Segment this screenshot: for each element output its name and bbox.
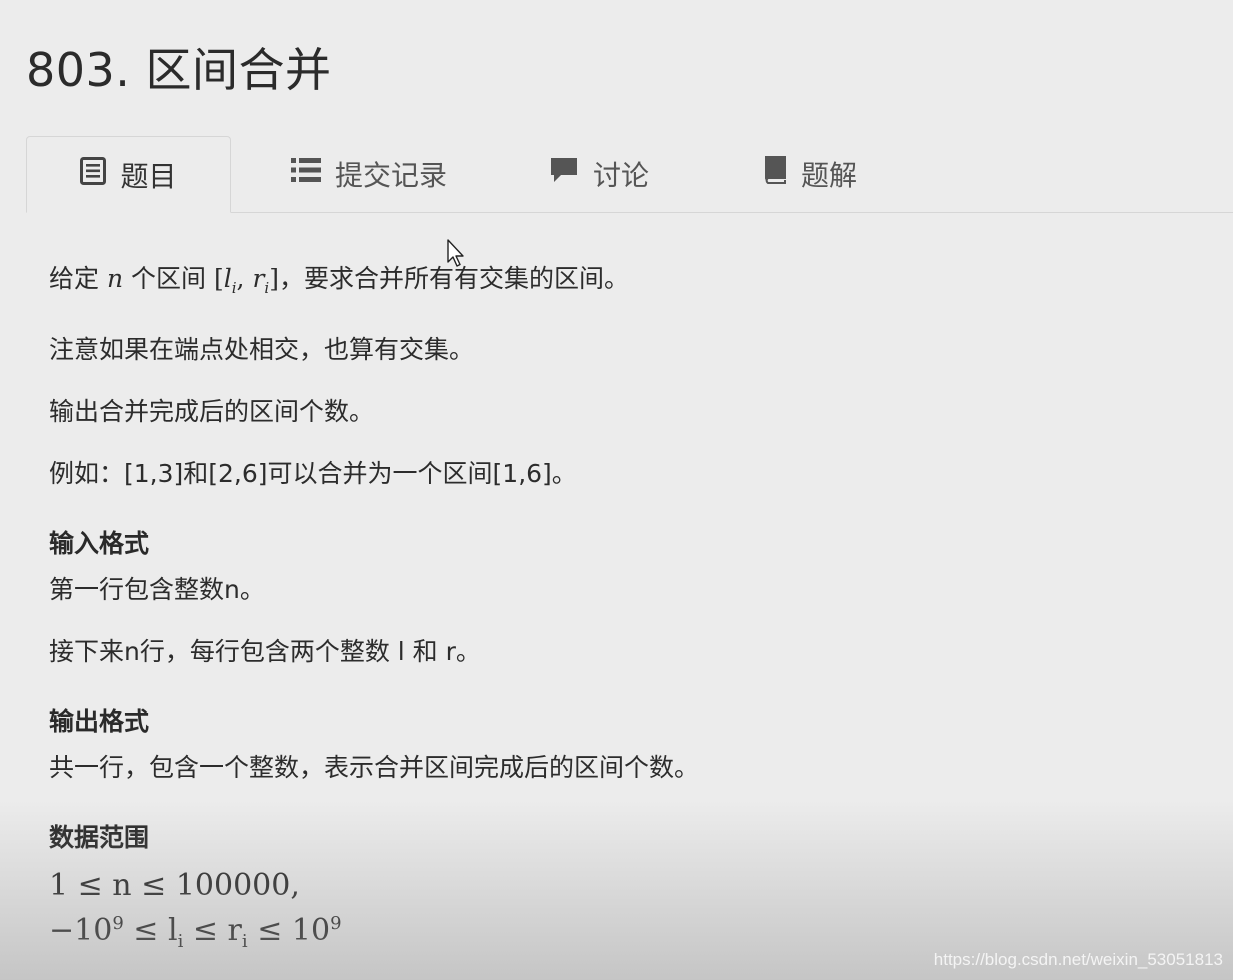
page-title: 803. 区间合并 [26, 43, 332, 97]
description-line-4: 例如：[1,3]和[2,6]可以合并为一个区间[1,6]。 [49, 459, 577, 488]
tab-submissions[interactable]: 提交记录 [274, 136, 464, 211]
tab-bar: 题目 提交记录 讨论 题解 [26, 136, 1233, 213]
input-format-line-2: 接下来n行，每行包含两个整数 l 和 r。 [49, 637, 481, 666]
input-format-line-1: 第一行包含整数n。 [49, 575, 265, 604]
comment-icon [549, 156, 579, 191]
description-line-3: 输出合并完成后的区间个数。 [49, 397, 375, 426]
tab-label: 提交记录 [334, 158, 447, 192]
tab-label: 题解 [800, 158, 857, 192]
list-icon [290, 157, 321, 190]
output-format-line-1: 共一行，包含一个整数，表示合并区间完成后的区间个数。 [49, 753, 700, 782]
tab-discussion[interactable]: 讨论 [534, 136, 664, 211]
list-doc-icon [80, 157, 107, 192]
input-format-title: 输入格式 [49, 529, 150, 558]
data-range-line-1: 1 ≤ n ≤ 100000, [49, 868, 300, 903]
problem-content: 给定 n 个区间 [li, ri]，要求合并所有有交集的区间。 注意如果在端点处… [49, 262, 1149, 961]
data-range-title: 数据范围 [49, 823, 150, 852]
output-format-title: 输出格式 [49, 707, 150, 736]
mouse-cursor-icon [447, 239, 465, 271]
description-line-1: 给定 n 个区间 [li, ri]，要求合并所有有交集的区间。 [49, 264, 629, 297]
watermark: https://blog.csdn.net/weixin_53051813 [933, 950, 1223, 969]
book-icon [761, 156, 787, 191]
tab-problem[interactable]: 题目 [26, 136, 231, 213]
tab-solutions[interactable]: 题解 [744, 136, 874, 211]
tab-label: 讨论 [592, 158, 649, 192]
description-line-2: 注意如果在端点处相交，也算有交集。 [49, 335, 475, 364]
tab-label: 题目 [120, 159, 177, 193]
